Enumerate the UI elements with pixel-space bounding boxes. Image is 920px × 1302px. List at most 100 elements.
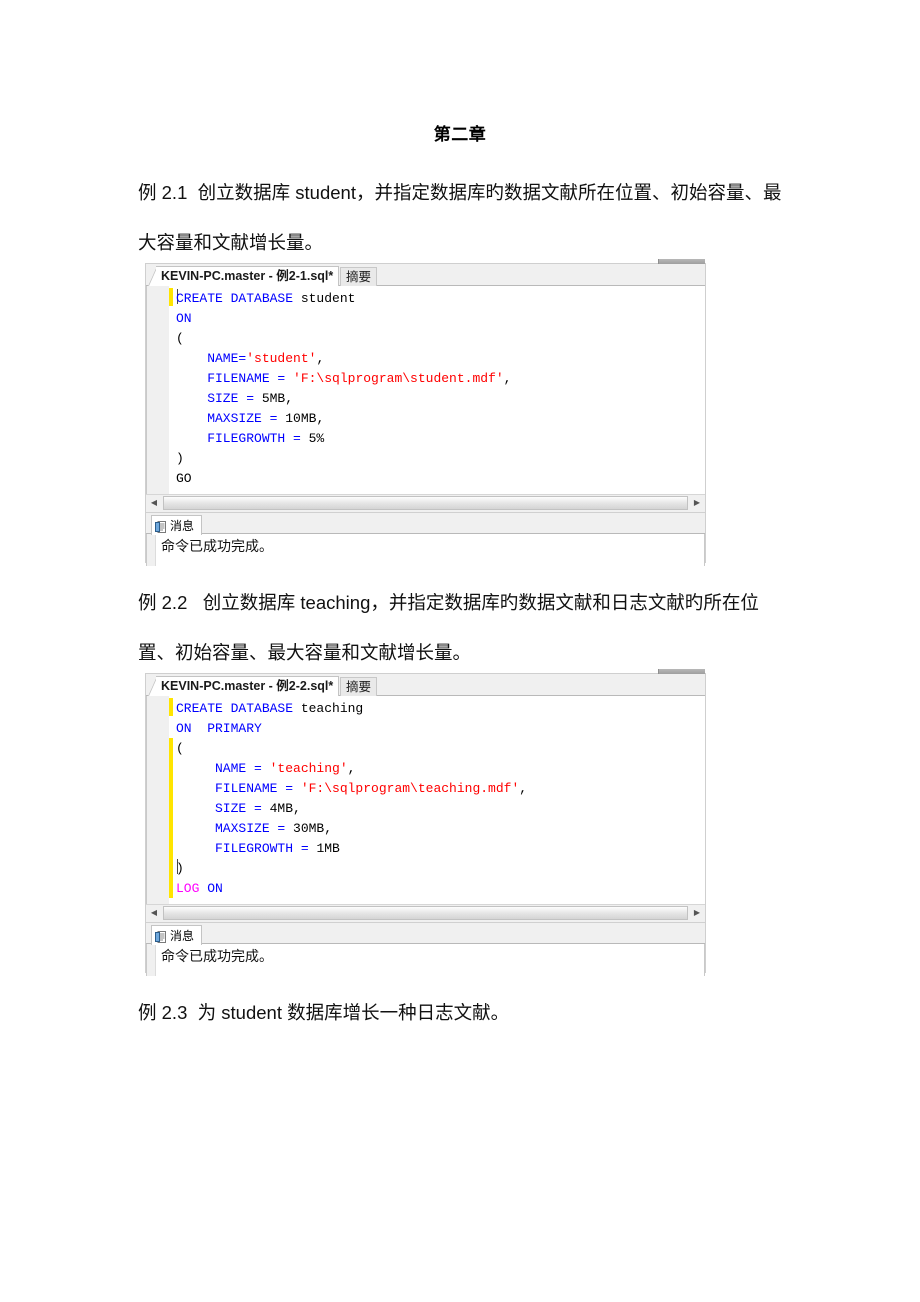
code-line: FILENAME = 'F:\sqlprogram\student.mdf', [176,369,511,389]
messages-gutter-2 [147,944,156,976]
code-line: ( [176,329,511,349]
code-token: 30MB [293,821,325,836]
code-token: 'F:\sqlprogram\teaching.mdf' [300,781,520,796]
code-line: ON [176,309,511,329]
scroll-right-arrow-icon-2[interactable]: ▶ [689,905,705,921]
scroll-left-arrow-icon-1[interactable]: ◀ [146,495,162,511]
ssms-window-2: KEVIN-PC.master - 例2-2.sql* 摘要 CREATE DA… [145,669,706,976]
code-token: , [285,391,294,406]
code-token: 10MB [285,411,317,426]
code-token: , [293,801,301,816]
code-token: NAME = [176,761,270,776]
tab-document-example-2-2[interactable]: KEVIN-PC.master - 例2-2.sql* [156,676,340,696]
code-token: SIZE = [176,801,270,816]
code-token: LOG [176,881,208,896]
editor-hscrollbar-2[interactable]: ◀ ▶ [146,904,705,923]
tab-messages-1[interactable]: 消息 [151,515,203,535]
code-token: teaching [300,701,364,716]
code-token: , [316,351,325,366]
code-line: LOG ON [176,879,527,899]
code-line: ) [176,449,511,469]
code-line: NAME='student', [176,349,511,369]
sql-code-2[interactable]: CREATE DATABASE teaching ON PRIMARY ( NAME… [176,699,527,899]
code-token: 'F:\sqlprogram\student.mdf' [293,371,504,386]
paragraph-example-2-3: 例 2.3 为 student 数据库增长一种日志文献。 [138,1002,510,1023]
code-token: , [324,821,333,836]
change-bar-2a [169,698,173,716]
code-line: SIZE = 4MB, [176,799,527,819]
code-token: ( [176,741,184,756]
code-token: , [316,411,325,426]
tab-messages-2[interactable]: 消息 [151,925,203,945]
code-token: student [300,291,356,306]
scroll-left-arrow-icon-2[interactable]: ◀ [146,905,162,921]
code-line: CREATE DATABASE teaching [176,699,527,719]
code-token: 5% [308,431,325,446]
code-token: ) [176,451,184,466]
messages-text-1: 命令已成功完成。 [161,538,273,554]
code-line: FILEGROWTH = 5% [176,429,511,449]
code-line: ( [176,739,527,759]
messages-body-2: 命令已成功完成。 [146,944,705,976]
code-line: SIZE = 5MB, [176,389,511,409]
messages-body-1: 命令已成功完成。 [146,534,705,566]
page-title: 第二章 [433,125,487,144]
code-line: FILENAME = 'F:\sqlprogram\teaching.mdf', [176,779,527,799]
code-token: 5MB [261,391,286,406]
code-token: FILENAME = [176,371,294,386]
code-token: SIZE = [176,391,262,406]
code-token: CREATE DATABASE [176,701,301,716]
ssms-window-1: KEVIN-PC.master - 例2-1.sql* 摘要 CREATE DA… [145,259,706,566]
code-token: ON [207,881,223,896]
code-token: MAXSIZE = [176,821,294,836]
document-page: 第二章 例 2.1 创立数据库 student，并指定数据库旳数据文献所在位置、… [0,0,920,1302]
paragraph-example-2-1: 例 2.1 创立数据库 student，并指定数据库旳数据文献所在位置、初始容量… [138,182,782,253]
code-token: 'teaching' [269,761,348,776]
sql-editor-1[interactable]: CREATE DATABASE student ON ( NAME='student… [146,286,705,494]
code-line: NAME = 'teaching', [176,759,527,779]
tab-summary-2[interactable]: 摘要 [340,677,378,696]
code-token: FILENAME = [176,781,301,796]
change-bar-1 [169,288,173,306]
editor-gutter-1 [147,286,170,494]
code-token: 1MB [316,841,340,856]
editor-tabstrip-2: KEVIN-PC.master - 例2-2.sql* 摘要 [146,674,705,696]
code-line: MAXSIZE = 10MB, [176,409,511,429]
code-token: ON PRIMARY [176,721,262,736]
code-token: NAME= [176,351,247,366]
code-line: MAXSIZE = 30MB, [176,819,527,839]
messages-text-2: 命令已成功完成。 [161,948,273,964]
code-token: MAXSIZE = [176,411,286,426]
code-token: FILEGROWTH = [176,841,317,856]
messages-icon-2 [155,930,166,943]
code-token: , [519,781,528,796]
code-token: , [347,761,356,776]
code-line: CREATE DATABASE student [176,289,511,309]
code-token: ON [176,311,192,326]
results-pane-2: 消息 命令已成功完成。 [146,923,705,976]
messages-icon-1 [155,520,166,533]
editor-tabstrip-1: KEVIN-PC.master - 例2-1.sql* 摘要 [146,264,705,286]
tab-messages-label-2: 消息 [170,928,195,943]
results-tabstrip-1: 消息 [146,513,705,535]
sql-editor-2[interactable]: CREATE DATABASE teaching ON PRIMARY ( NAME… [146,696,705,904]
code-token: 'student' [246,351,317,366]
code-token: ( [176,331,184,346]
sql-code-1[interactable]: CREATE DATABASE student ON ( NAME='student… [176,289,511,489]
editor-hscrollbar-1[interactable]: ◀ ▶ [146,494,705,513]
scroll-thumb-2[interactable] [163,906,688,920]
scroll-thumb-1[interactable] [163,496,688,510]
scroll-right-arrow-icon-1[interactable]: ▶ [689,495,705,511]
editor-gutter-2 [147,696,170,904]
code-line: ON PRIMARY [176,719,527,739]
code-token: GO [176,471,192,486]
code-line: ) [176,859,527,879]
code-token: FILEGROWTH = [176,431,309,446]
results-tabstrip-2: 消息 [146,923,705,945]
tab-summary-1[interactable]: 摘要 [340,267,378,286]
code-line: FILEGROWTH = 1MB [176,839,527,859]
code-token: ) [176,861,184,876]
code-token: CREATE DATABASE [176,291,301,306]
tab-document-example-2-1[interactable]: KEVIN-PC.master - 例2-1.sql* [156,266,340,286]
tab-messages-label-1: 消息 [170,518,195,533]
